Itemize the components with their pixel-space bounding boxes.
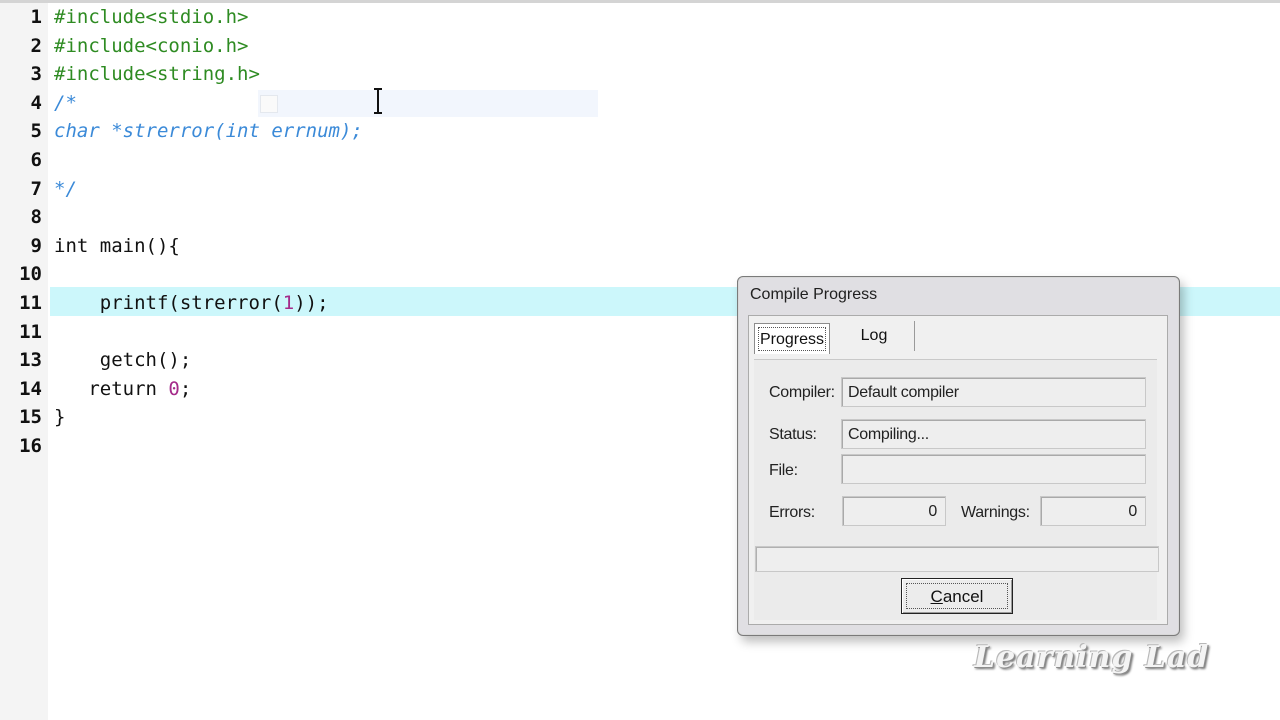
- line-number: 4: [30, 92, 42, 114]
- compiler-field: Default compiler: [841, 377, 1146, 407]
- code-line[interactable]: char *strerror(int errnum);: [54, 117, 363, 145]
- cancel-button[interactable]: Cancel: [901, 578, 1013, 614]
- code-token: char *strerror(int errnum);: [54, 120, 363, 142]
- code-token: }: [54, 406, 66, 428]
- line-number: 11: [19, 292, 42, 314]
- code-line[interactable]: printf(strerror(1));: [54, 289, 329, 317]
- code-line[interactable]: }: [54, 403, 65, 431]
- watermark-logo: Learning Lad: [974, 640, 1210, 675]
- tab-progress[interactable]: Progress: [754, 323, 830, 354]
- line-number: 14: [19, 378, 42, 400]
- line-number: 3: [30, 63, 42, 85]
- code-token: getch();: [54, 349, 192, 371]
- compiler-label: Compiler:: [769, 384, 835, 401]
- code-line[interactable]: int main(){: [54, 232, 180, 260]
- line-number: 9: [30, 235, 42, 257]
- code-token: /*: [54, 92, 77, 114]
- code-line[interactable]: #include<conio.h>: [54, 32, 248, 60]
- line-number: 13: [19, 349, 42, 371]
- line-number: 11: [19, 321, 42, 343]
- warnings-field: 0: [1040, 496, 1146, 526]
- file-field: [841, 454, 1146, 484]
- code-token: 1: [282, 292, 295, 314]
- code-token: */: [54, 178, 77, 200]
- code-token: 0: [168, 378, 180, 400]
- code-token: printf(strerror(: [54, 292, 283, 314]
- tab-log[interactable]: Log: [834, 321, 915, 351]
- code-token: #include<conio.h>: [54, 35, 249, 57]
- code-token: #include<string.h>: [54, 63, 260, 85]
- line-number: 5: [30, 120, 42, 142]
- code-line[interactable]: return 0;: [54, 375, 191, 403]
- code-line[interactable]: #include<stdio.h>: [54, 3, 248, 31]
- line-number: 1: [30, 6, 42, 28]
- compile-progress-dialog: Compile Progress Progress Log Compiler: …: [737, 276, 1180, 636]
- line-number: 7: [30, 178, 42, 200]
- dialog-body: Progress Log Compiler: Default compiler …: [748, 315, 1168, 625]
- tab-progress-label: Progress: [758, 327, 826, 351]
- code-token: int main(){: [54, 235, 180, 257]
- code-token: #include<stdio.h>: [54, 6, 249, 28]
- tooltip-icon: [260, 95, 278, 113]
- line-number: 16: [19, 435, 42, 457]
- code-token: return: [54, 378, 169, 400]
- hover-tooltip-ghost: [258, 90, 598, 117]
- line-number: 6: [30, 149, 42, 171]
- errors-label: Errors:: [769, 504, 815, 521]
- status-field: Compiling...: [841, 419, 1146, 449]
- code-token: ;: [179, 378, 192, 400]
- line-number: 2: [30, 35, 42, 57]
- dialog-title: Compile Progress: [750, 286, 878, 303]
- code-line[interactable]: #include<string.h>: [54, 60, 260, 88]
- errors-field: 0: [842, 496, 946, 526]
- code-line[interactable]: getch();: [54, 346, 192, 374]
- line-number: 10: [19, 263, 42, 285]
- focus-rectangle: [906, 583, 1008, 609]
- line-number: 8: [30, 206, 42, 228]
- text-cursor-icon: [374, 88, 382, 114]
- status-label: Status:: [769, 426, 817, 443]
- code-token: ));: [294, 292, 329, 314]
- code-line[interactable]: /*: [54, 89, 77, 117]
- code-line[interactable]: */: [54, 175, 77, 203]
- file-label: File:: [769, 462, 798, 479]
- line-number: 15: [19, 406, 42, 428]
- warnings-label: Warnings:: [961, 504, 1030, 521]
- compile-progress-bar: [755, 546, 1159, 572]
